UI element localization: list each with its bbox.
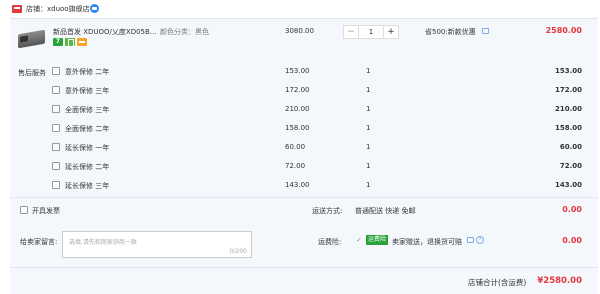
service-price: 72.00 [285,162,306,170]
invoice-checkbox[interactable] [20,206,28,214]
service-checkbox[interactable] [52,67,60,75]
store-header: 店铺：xduoo旗舰店 [0,0,600,18]
service-option[interactable]: 全面保修 三年 210.00 1 210.00 [10,101,598,119]
store-total-value: ¥2580.00 [537,276,582,286]
service-label: 全面保修 三年 [65,106,110,114]
help-icon[interactable]: ? [476,236,484,244]
store-name[interactable]: 店铺：xduoo旗舰店 [26,4,90,14]
service-price: 158.00 [285,124,310,132]
gift-icon [65,38,75,47]
service-option[interactable]: 意外保修 三年 172.00 1 172.00 [10,82,598,100]
service-option[interactable]: 延长保修 一年 60.00 1 60.00 [10,139,598,157]
service-label: 延长保修 一年 [65,144,110,152]
service-label: 延长保修 二年 [65,163,110,171]
service-quantity: 1 [366,162,371,170]
service-total: 210.00 [554,105,582,113]
divider [10,267,598,268]
service-quantity: 1 [366,67,371,75]
quantity-decrease-button[interactable]: − [343,25,359,39]
insurance-badge: 运费险 [366,235,389,245]
message-placeholder: 选填,请先和商家协商一致 [69,239,137,246]
seven-day-return-icon: 7 [53,38,63,46]
service-option[interactable]: 延长保修 二年 72.00 1 72.00 [10,158,598,176]
service-label: 延长保修 三年 [65,182,110,190]
service-label: 全面保修 二年 [65,125,110,133]
seller-message-input[interactable]: 选填,请先和商家协商一致 0/200 [62,231,252,258]
service-quantity: 1 [366,86,371,94]
service-quantity: 1 [366,105,371,113]
service-label: 意外保修 三年 [65,87,110,95]
service-checkbox[interactable] [52,181,60,189]
service-option[interactable]: 延长保修 三年 143.00 1 143.00 [10,177,598,195]
unit-price: 3080.00 [285,27,314,35]
quantity-stepper: − 1 + [343,25,399,39]
service-checkbox[interactable] [52,124,60,132]
quantity-input[interactable]: 1 [359,25,383,39]
chat-icon[interactable] [482,28,489,34]
service-price: 172.00 [285,86,310,94]
seller-message-label: 给卖家留言: [20,238,58,246]
service-total: 153.00 [554,67,582,75]
service-total: 60.00 [559,143,582,151]
insurance-description: 卖家赠送，退换货可赔 [392,238,462,246]
product-thumbnail[interactable] [16,27,48,51]
quantity-increase-button[interactable]: + [383,25,399,39]
service-total: 143.00 [554,181,582,189]
shipping-fee: 0.00 [562,205,582,214]
check-icon: ✓ [356,236,362,244]
service-option[interactable]: 意外保修 二年 153.00 1 153.00 [10,63,598,81]
service-label: 意外保修 二年 [65,68,110,76]
service-checkbox[interactable] [52,86,60,94]
product-subtotal: 2580.00 [545,26,582,35]
service-price: 60.00 [285,143,306,151]
shipping-method-value[interactable]: 普通配送 快递 免邮 [355,206,415,216]
product-row: 新品首发 XDUOO/乂度XD05B... 颜色分类：黑色 7 3080.00 … [10,19,598,63]
service-quantity: 1 [366,124,371,132]
service-total: 172.00 [554,86,582,94]
order-panel: 新品首发 XDUOO/乂度XD05B... 颜色分类：黑色 7 3080.00 … [10,18,598,294]
insurance-fee: 0.00 [562,236,582,245]
store-total-label: 店铺合计(含运费) [468,278,527,287]
store-icon [12,5,22,13]
invoice-label: 开具发票 [32,207,60,215]
divider [10,197,598,198]
shipping-method-label: 运送方式: [312,207,343,215]
service-checkbox[interactable] [52,143,60,151]
service-option[interactable]: 全面保修 二年 158.00 1 158.00 [10,120,598,138]
service-price: 210.00 [285,105,310,113]
promo-discount: 省500:新款优惠 [425,28,476,36]
service-checkbox[interactable] [52,162,60,170]
chat-bubble-icon[interactable] [90,4,99,13]
service-checkbox[interactable] [52,105,60,113]
service-price: 143.00 [285,181,310,189]
product-attribute: 颜色分类：黑色 [160,28,209,36]
service-quantity: 1 [366,181,371,189]
product-title[interactable]: 新品首发 XDUOO/乂度XD05B... [53,27,156,37]
shipping-insurance-label: 运费险: [318,238,342,246]
message-char-counter: 0/200 [229,248,247,255]
service-total: 158.00 [554,124,582,132]
chat-icon[interactable] [467,237,474,243]
service-total: 72.00 [559,162,582,170]
card-icon [77,38,87,46]
service-price: 153.00 [285,67,310,75]
service-quantity: 1 [366,143,371,151]
